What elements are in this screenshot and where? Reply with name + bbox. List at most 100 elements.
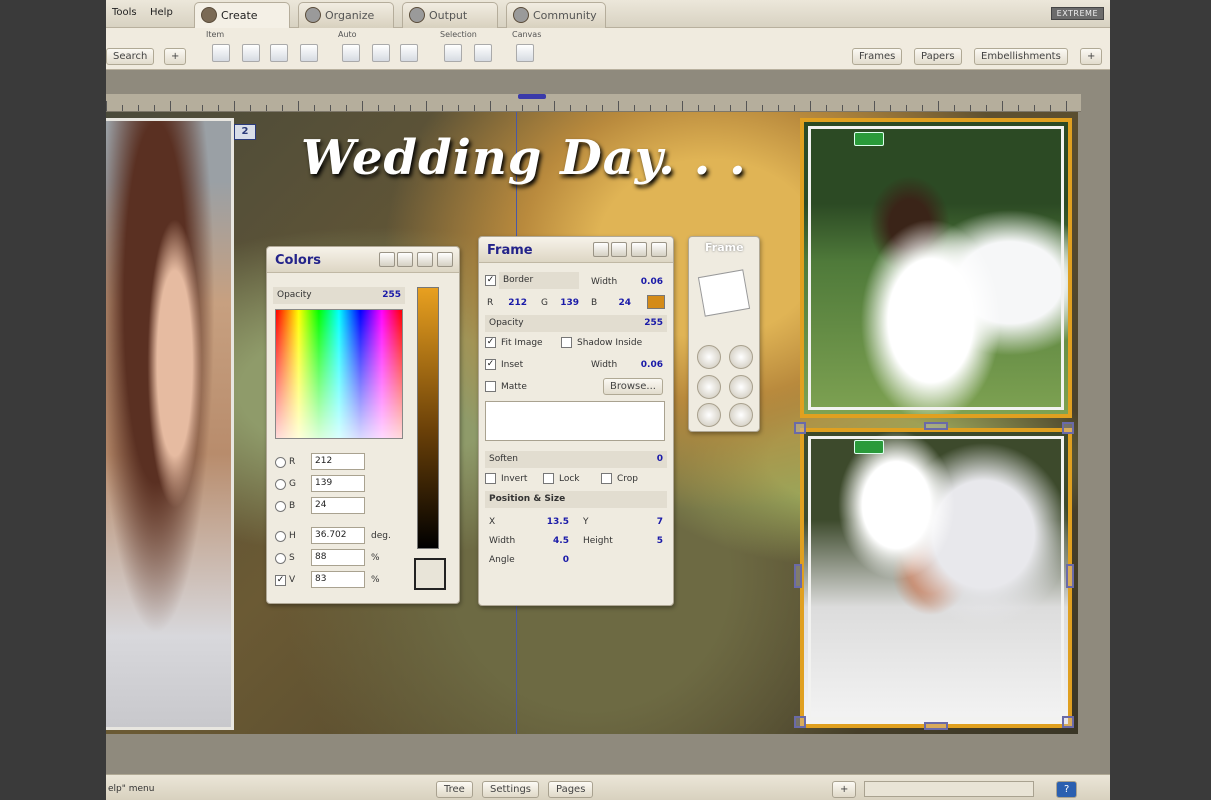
g-radio[interactable] [275, 479, 286, 490]
ruler-marker[interactable] [518, 94, 546, 99]
auto-tool-1-icon[interactable] [342, 44, 360, 62]
g-field[interactable]: 139 [311, 475, 365, 492]
close-icon[interactable] [437, 252, 453, 267]
dock-icon[interactable] [611, 242, 627, 257]
add-panel-button[interactable]: + [1080, 48, 1103, 65]
resize-handle-tl[interactable] [794, 422, 806, 434]
fit-image-checkbox[interactable]: ✓ [485, 337, 496, 348]
photo-frame-top[interactable] [800, 118, 1072, 418]
border-width-value[interactable]: 0.06 [641, 277, 663, 287]
soften-value[interactable]: 0 [657, 454, 663, 464]
opacity-value[interactable]: 255 [644, 318, 663, 328]
colors-panel-titlebar[interactable]: Colors [267, 247, 459, 273]
tab-output[interactable]: Output [402, 2, 498, 28]
zoom-in-button[interactable]: + [832, 781, 857, 798]
border-checkbox[interactable]: ✓ [485, 275, 496, 286]
photo-frame-bottom[interactable] [800, 428, 1072, 728]
resize-handle-tr[interactable] [1062, 422, 1074, 434]
shadow-inside-checkbox[interactable] [561, 337, 572, 348]
v-field[interactable]: 83 [311, 571, 365, 588]
papers-button[interactable]: Papers [914, 48, 962, 65]
resize-handle-br[interactable] [1062, 716, 1074, 728]
b-field[interactable]: 24 [311, 497, 365, 514]
crop-checkbox[interactable] [601, 473, 612, 484]
grid-icon[interactable] [697, 375, 721, 399]
matte-preview-box[interactable] [485, 401, 665, 441]
item-tool-3-icon[interactable] [270, 44, 288, 62]
v-radio[interactable]: ✓ [275, 575, 286, 586]
help-button[interactable]: ? [1056, 781, 1078, 798]
b-radio[interactable] [275, 501, 286, 512]
wrench-icon[interactable] [729, 375, 753, 399]
tab-organize[interactable]: Organize [298, 2, 394, 28]
canvas-tool-icon[interactable] [516, 44, 534, 62]
resize-handle-bottom[interactable] [924, 722, 948, 730]
pin-icon[interactable] [379, 252, 395, 267]
height-value[interactable]: 5 [657, 536, 663, 546]
inset-checkbox[interactable]: ✓ [485, 359, 496, 370]
page-title-text[interactable]: Wedding Day. . . [301, 130, 747, 186]
frames-button[interactable]: Frames [852, 48, 903, 65]
embellishments-button[interactable]: Embellishments [974, 48, 1068, 65]
invert-checkbox[interactable] [485, 473, 496, 484]
selection-tool-1-icon[interactable] [444, 44, 462, 62]
frame-panel-titlebar[interactable]: Frame [479, 237, 673, 263]
ruler-tick [762, 105, 763, 111]
menu-help[interactable]: Help [150, 7, 173, 18]
search-button[interactable]: Search [106, 48, 155, 65]
x-value[interactable]: 13.5 [539, 517, 569, 527]
bride-portrait-photo[interactable] [106, 118, 234, 730]
target-icon[interactable] [729, 403, 753, 427]
frame-tool-1-icon[interactable] [697, 345, 721, 369]
border-color-swatch[interactable] [647, 295, 665, 309]
pages-button[interactable]: Pages [548, 781, 594, 798]
selection-tool-2-icon[interactable] [474, 44, 492, 62]
angle-value[interactable]: 0 [539, 555, 569, 565]
frame-preview-icon[interactable] [697, 269, 751, 317]
resize-handle-right[interactable] [1066, 564, 1074, 588]
item-tool-1-icon[interactable] [212, 44, 230, 62]
resize-handle-bl[interactable] [794, 716, 806, 728]
g-value[interactable]: 139 [557, 298, 579, 308]
minimize-icon[interactable] [631, 242, 647, 257]
resize-handle-top[interactable] [924, 422, 948, 430]
y-value[interactable]: 7 [657, 517, 663, 527]
matte-checkbox[interactable] [485, 381, 496, 392]
crop-tool-icon[interactable] [697, 403, 721, 427]
menu-tools[interactable]: Tools [112, 7, 137, 18]
dock-icon[interactable] [397, 252, 413, 267]
lock-checkbox[interactable] [543, 473, 554, 484]
b-value[interactable]: 24 [605, 298, 631, 308]
edition-badge: EXTREME [1050, 7, 1104, 20]
auto-tool-3-icon[interactable] [400, 44, 418, 62]
add-button[interactable]: + [164, 48, 187, 65]
item-tool-2-icon[interactable] [242, 44, 260, 62]
settings-button[interactable]: Settings [482, 781, 540, 798]
tab-create[interactable]: Create [194, 2, 290, 28]
resize-handle-left[interactable] [794, 564, 802, 588]
r-field[interactable]: 212 [311, 453, 365, 470]
h-field[interactable]: 36.702 [311, 527, 365, 544]
pin-icon[interactable] [593, 242, 609, 257]
tab-community[interactable]: Community [506, 2, 606, 28]
close-icon[interactable] [651, 242, 667, 257]
rotate-icon[interactable] [729, 345, 753, 369]
auto-tool-2-icon[interactable] [372, 44, 390, 62]
color-spectrum[interactable] [275, 309, 403, 439]
minimize-icon[interactable] [417, 252, 433, 267]
ruler-tick [954, 105, 955, 111]
s-field[interactable]: 88 [311, 549, 365, 566]
opacity-value[interactable]: 255 [382, 290, 401, 300]
r-value[interactable]: 212 [505, 298, 527, 308]
eyedropper-icon[interactable] [414, 558, 446, 590]
color-value-slider[interactable] [417, 287, 439, 549]
width-value[interactable]: 4.5 [539, 536, 569, 546]
zoom-slider[interactable] [864, 781, 1034, 797]
tree-button[interactable]: Tree [436, 781, 473, 798]
browse-button[interactable]: Browse... [603, 378, 663, 395]
r-radio[interactable] [275, 457, 286, 468]
item-tool-4-icon[interactable] [300, 44, 318, 62]
h-radio[interactable] [275, 531, 286, 542]
s-radio[interactable] [275, 553, 286, 564]
inset-width-value[interactable]: 0.06 [641, 360, 663, 370]
